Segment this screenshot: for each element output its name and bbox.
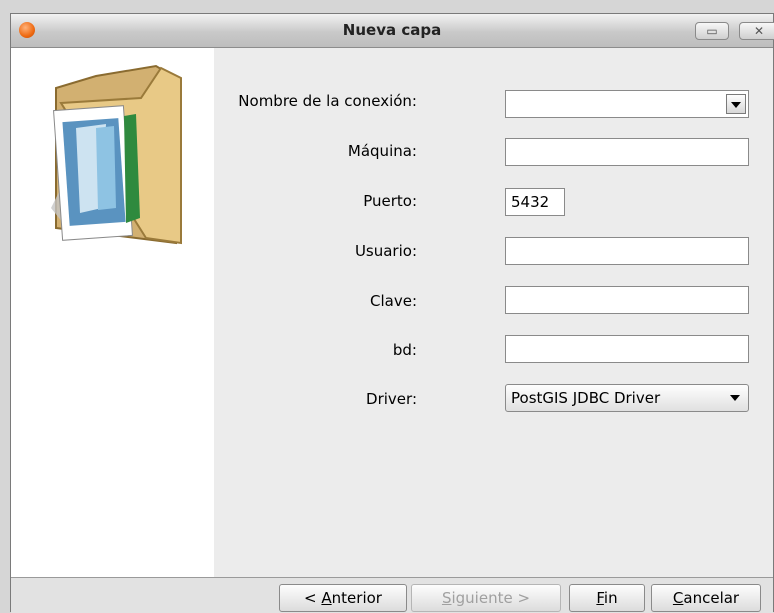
previous-prefix: < — [304, 589, 322, 607]
wizard-side-panel — [11, 48, 214, 577]
driver-value: PostGIS JDBC Driver — [511, 389, 661, 407]
close-icon: ✕ — [753, 24, 765, 38]
port-value: 5432 — [511, 193, 550, 211]
minimize-button[interactable]: ▭ — [695, 22, 729, 40]
database-input[interactable] — [505, 335, 749, 363]
connection-name-combo[interactable] — [505, 90, 749, 118]
user-label: Usuario: — [354, 242, 417, 260]
connection-dropdown-button[interactable] — [726, 94, 746, 114]
password-label: Clave: — [370, 292, 417, 310]
chevron-down-icon — [731, 102, 741, 108]
finish-mnemonic: F — [596, 589, 604, 607]
cancel-button[interactable]: Cancelar — [651, 584, 761, 612]
finish-label: in — [603, 589, 618, 607]
close-button[interactable]: ✕ — [739, 22, 774, 40]
chevron-down-icon — [730, 395, 740, 401]
cancel-label: ancelar — [683, 589, 740, 607]
port-label: Puerto: — [363, 192, 417, 210]
previous-label: nterior — [331, 589, 382, 607]
driver-select[interactable]: PostGIS JDBC Driver — [505, 384, 749, 412]
machine-input[interactable] — [505, 138, 749, 166]
user-input[interactable] — [505, 237, 749, 265]
dialog-window: Nueva capa ▭ ✕ Nombre de la conexión: Má… — [10, 13, 774, 613]
title-bar[interactable]: Nueva capa ▭ ✕ — [11, 14, 774, 48]
previous-mnemonic: A — [321, 589, 332, 607]
port-input[interactable]: 5432 — [505, 188, 565, 216]
driver-label: Driver: — [366, 390, 417, 408]
button-bar: < Anterior Siguiente > Fin Cancelar — [11, 577, 773, 613]
window-title: Nueva capa — [342, 21, 442, 39]
previous-button[interactable]: < Anterior — [279, 584, 407, 612]
machine-label: Máquina: — [347, 142, 417, 160]
form-area: Nombre de la conexión: Máquina: Puerto: … — [214, 48, 773, 577]
next-button[interactable]: Siguiente > — [411, 584, 561, 612]
database-label: bd: — [392, 341, 417, 359]
password-input[interactable] — [505, 286, 749, 314]
next-label: iguiente > — [451, 589, 531, 607]
minimize-icon: ▭ — [706, 24, 718, 38]
cancel-mnemonic: C — [672, 589, 684, 607]
finish-button[interactable]: Fin — [569, 584, 645, 612]
connection-name-label: Nombre de la conexión: — [238, 92, 417, 110]
